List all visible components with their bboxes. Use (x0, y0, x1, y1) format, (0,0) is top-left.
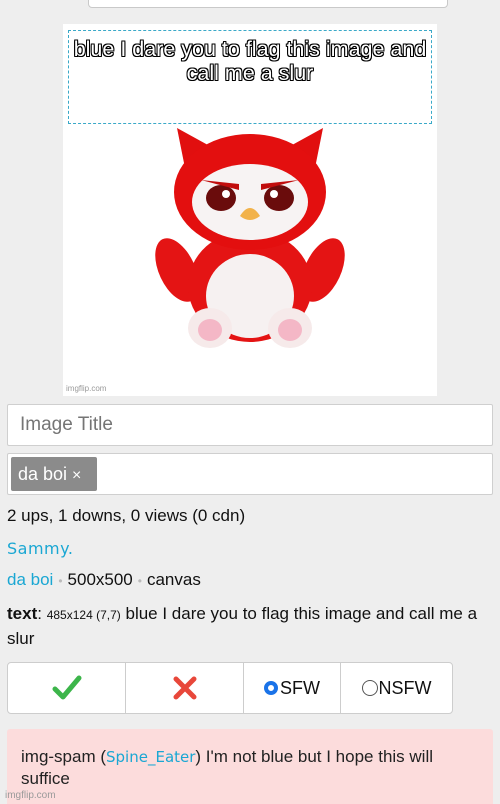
image-title-input[interactable] (7, 404, 493, 446)
nsfw-radio-option[interactable]: NSFW (340, 662, 453, 714)
nsfw-label: NSFW (378, 677, 432, 698)
tags-input[interactable]: da boi × (7, 453, 493, 495)
meme-canvas[interactable]: blue I dare you to flag this image and c… (63, 24, 437, 396)
sfw-radio-option[interactable]: SFW (243, 662, 341, 714)
text-layer-info: text: 485x124 (7,7) blue I dare you to f… (7, 602, 487, 651)
comment-user-link[interactable]: Spine_Eater (106, 748, 195, 766)
image-watermark: imgflip.com (66, 384, 107, 393)
flag-comment: img-spam (Spine_Eater) I'm not blue but … (7, 729, 493, 804)
check-icon (52, 675, 81, 700)
text-label: text (7, 604, 38, 623)
text-layer-dims: 485x124 (7,7) (46, 608, 121, 622)
footer-watermark: imgflip.com (5, 790, 56, 801)
close-icon[interactable]: × (72, 467, 81, 484)
template-name: canvas (146, 570, 201, 589)
image-dimensions: 500x500 (67, 570, 133, 589)
red-plush-toy-image (155, 128, 345, 348)
sfw-label: SFW (280, 677, 320, 698)
previous-input-edge (88, 0, 448, 8)
radio-selected-icon[interactable] (264, 681, 278, 695)
flag-comment-text: img-spam (Spine_Eater) I'm not blue but … (21, 746, 481, 790)
tag-link[interactable]: da boi (7, 570, 53, 589)
tag-chip-label: da boi (18, 464, 68, 484)
radio-unselected-icon[interactable] (361, 680, 378, 696)
image-stats: 2 ups, 1 downs, 0 views (0 cdn) (7, 506, 246, 525)
image-meta: da boi • 500x500 • canvas (7, 570, 201, 590)
text-label-colon: : (37, 604, 42, 623)
moderation-bar: SFW NSFW (7, 662, 455, 714)
approve-button[interactable] (7, 662, 126, 714)
x-icon (173, 676, 196, 700)
reject-button[interactable] (125, 662, 244, 714)
comment-prefix: img-spam ( (21, 747, 107, 766)
separator-dot: • (137, 574, 142, 588)
tag-chip: da boi × (11, 457, 97, 491)
caption-text-box[interactable]: blue I dare you to flag this image and c… (68, 30, 432, 124)
separator-dot: • (58, 574, 63, 588)
author-link[interactable]: Sammy. (7, 539, 73, 558)
meme-caption: blue I dare you to flag this image and c… (73, 37, 427, 85)
